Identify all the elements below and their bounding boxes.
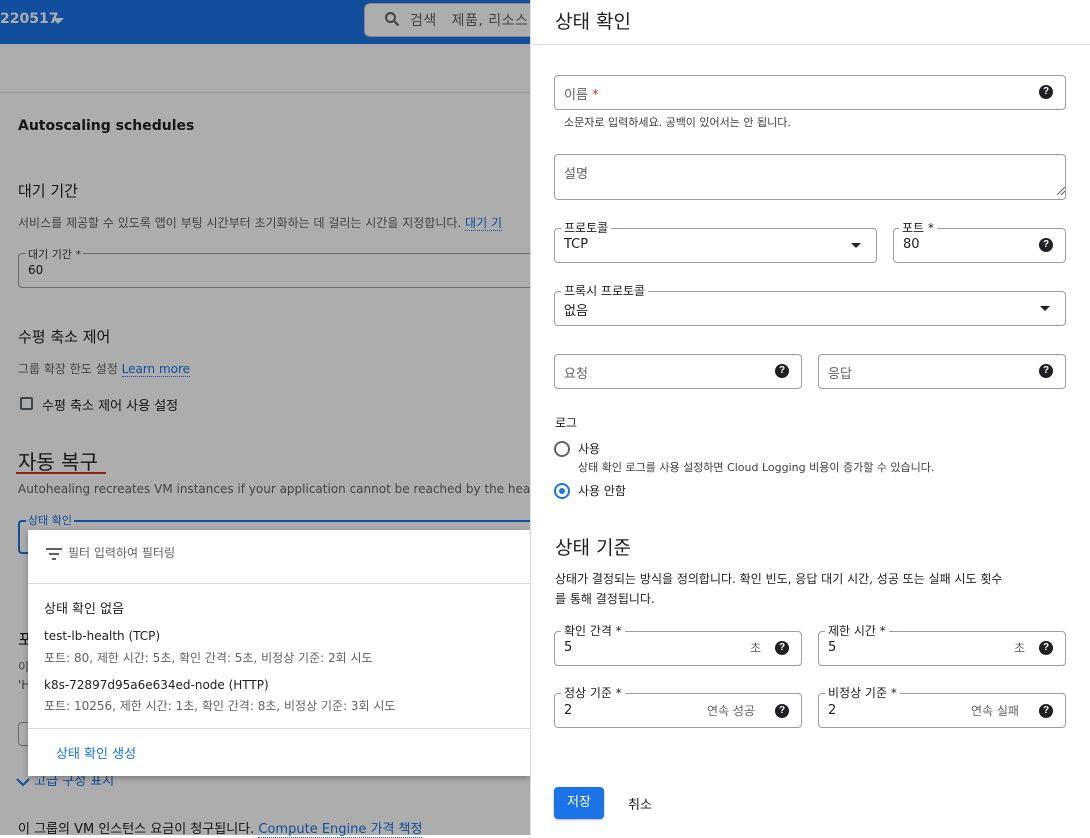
name-input[interactable] — [554, 75, 1066, 110]
name-hint: 소문자로 입력하세요. 공백이 있어서는 안 됩니다. — [564, 116, 791, 129]
criteria-description: 상태가 결정되는 방식을 정의합니다. 확인 빈도, 응답 대기 시간, 성공 … — [555, 572, 1003, 586]
log-enable-label: 사용 — [578, 442, 601, 456]
filter-icon — [46, 548, 62, 560]
port-value[interactable]: 80 — [903, 237, 920, 252]
protocol-label: 프로토콜 — [561, 222, 612, 234]
dropdown-item-title[interactable]: test-lb-health (TCP) — [44, 629, 160, 643]
help-icon[interactable]: ? — [1039, 85, 1053, 99]
name-placeholder: 이름 * — [564, 88, 599, 103]
check-interval-label: 확인 간격 * — [561, 625, 625, 637]
log-enable-radio[interactable] — [554, 441, 570, 457]
dropdown-item-subtitle[interactable]: 포트: 10256, 제한 시간: 1초, 확인 간격: 8초, 비정상 기준:… — [44, 697, 395, 714]
response-input[interactable] — [818, 354, 1066, 389]
unit-suffix: 초 — [1014, 641, 1026, 655]
timeout-value[interactable]: 5 — [828, 640, 836, 655]
unit-suffix: 초 — [750, 641, 762, 655]
unhealthy-threshold-label: 비정상 기준 * — [825, 687, 900, 699]
criteria-description-cont: 를 통해 결정됩니다. — [555, 592, 655, 606]
proxy-protocol-label: 프록시 프로토콜 — [561, 285, 649, 297]
filter-bar[interactable]: 필터 입력하여 필터링 — [28, 530, 530, 584]
healthy-threshold-label: 정상 기준 * — [561, 687, 625, 699]
save-button[interactable]: 저장 — [554, 787, 604, 819]
unit-suffix: 연속 성공 — [707, 704, 755, 718]
create-healthcheck-link[interactable]: 상태 확인 생성 — [56, 743, 136, 762]
dropdown-item-none[interactable]: 상태 확인 없음 — [44, 598, 124, 617]
response-placeholder: 응답 — [828, 367, 852, 382]
description-placeholder: 설명 — [564, 167, 588, 182]
unit-suffix: 연속 실패 — [971, 704, 1019, 718]
log-heading: 로그 — [555, 416, 578, 430]
proxy-protocol-value: 없음 — [564, 304, 588, 319]
dropdown-item-subtitle[interactable]: 포트: 80, 제한 시간: 5초, 확인 간격: 5초, 비정상 기준: 2회… — [44, 649, 373, 666]
help-icon[interactable]: ? — [1039, 641, 1053, 655]
help-icon[interactable]: ? — [775, 364, 789, 378]
timeout-label: 제한 시간 * — [825, 625, 889, 637]
healthcheck-dropdown-menu: 필터 입력하여 필터링 상태 확인 없음 test-lb-health (TCP… — [28, 530, 530, 776]
protocol-value: TCP — [564, 237, 589, 252]
divider — [28, 728, 530, 729]
request-input[interactable] — [554, 354, 802, 389]
unhealthy-threshold-value[interactable]: 2 — [828, 703, 836, 718]
criteria-heading: 상태 기준 — [555, 537, 631, 559]
log-disable-label: 사용 안함 — [578, 484, 626, 498]
help-icon[interactable]: ? — [1039, 238, 1053, 252]
help-icon[interactable]: ? — [1039, 364, 1053, 378]
healthy-threshold-value[interactable]: 2 — [564, 703, 572, 718]
port-label: 포트 * — [899, 222, 937, 234]
filter-input[interactable]: 필터 입력하여 필터링 — [68, 544, 175, 561]
divider — [530, 44, 1090, 45]
description-textarea[interactable] — [554, 154, 1066, 200]
check-interval-value[interactable]: 5 — [564, 640, 572, 655]
panel-title: 상태 확인 — [555, 11, 631, 33]
log-enable-hint: 상태 확인 로그를 사용 설정하면 Cloud Logging 비용이 증가할 … — [578, 461, 935, 474]
help-icon[interactable]: ? — [775, 704, 789, 718]
dropdown-item-title[interactable]: k8s-72897d95a6e634ed-node (HTTP) — [44, 678, 269, 692]
cancel-button[interactable]: 취소 — [628, 794, 652, 813]
help-icon[interactable]: ? — [775, 641, 789, 655]
dropdown-arrow-icon — [851, 243, 861, 248]
dropdown-arrow-icon — [1040, 306, 1050, 311]
request-placeholder: 요청 — [564, 367, 588, 382]
resize-handle-icon[interactable] — [1055, 185, 1065, 195]
help-icon[interactable]: ? — [1039, 704, 1053, 718]
log-disable-radio[interactable] — [554, 483, 570, 499]
